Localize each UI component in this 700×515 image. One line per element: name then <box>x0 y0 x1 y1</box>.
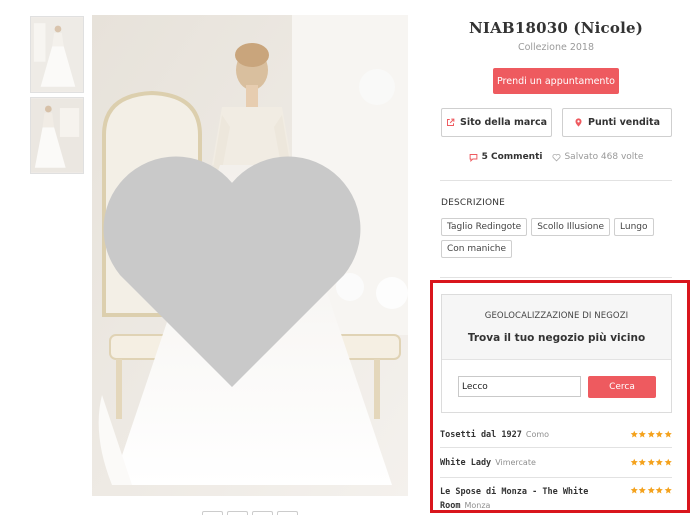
store-row[interactable]: Tosetti dal 1927 Como <box>440 430 672 448</box>
store-city: Monza <box>464 501 491 510</box>
heart-icon[interactable] <box>92 28 390 496</box>
store-city: Vimercate <box>495 458 536 467</box>
gallery-dot[interactable] <box>277 511 298 515</box>
stores-label: Punti vendita <box>587 117 660 128</box>
star-icon <box>630 430 638 438</box>
thumbnail-front[interactable] <box>30 16 84 93</box>
star-icon <box>638 458 646 466</box>
divider <box>440 180 672 181</box>
stores-button[interactable]: Punti vendita <box>562 108 672 137</box>
star-icon <box>664 458 672 466</box>
brand-site-button[interactable]: Sito della marca <box>441 108 552 137</box>
store-name[interactable]: White Lady <box>440 458 491 468</box>
description-tag[interactable]: Taglio Redingote <box>441 218 528 236</box>
description-tag[interactable]: Lungo <box>614 218 654 236</box>
comments-count: 5 Commenti <box>481 152 543 162</box>
store-city: Como <box>525 430 550 439</box>
thumbnail-back[interactable] <box>30 97 84 174</box>
star-icon <box>664 430 672 438</box>
store-rating <box>630 430 673 439</box>
store-rating <box>630 486 673 495</box>
store-locator-header <box>442 295 671 360</box>
gallery-pagination <box>202 511 298 515</box>
comment-icon <box>469 153 477 162</box>
dress-front-thumbnail-image <box>31 17 83 92</box>
brand-site-label: Sito della marca <box>460 117 547 128</box>
star-icon <box>655 430 663 438</box>
star-icon <box>664 486 672 494</box>
gallery-dot[interactable] <box>252 511 273 515</box>
store-name[interactable]: Le Spose di Monza - The White Room <box>440 487 588 511</box>
star-icon <box>655 458 663 466</box>
star-icon <box>647 458 655 466</box>
store-row[interactable]: White Lady Vimercate <box>440 458 672 478</box>
appointment-button[interactable]: Prendi un appuntamento <box>493 68 619 94</box>
store-name[interactable]: Tosetti dal 1927 <box>440 430 522 440</box>
description-tag[interactable]: Con maniche <box>441 240 513 258</box>
map-pin-icon <box>575 118 582 127</box>
store-row[interactable]: Le Spose di Monza - The White Room Monza <box>440 486 672 512</box>
product-meta: 5 Commenti Salvato 468 volte <box>440 152 672 162</box>
star-icon <box>638 486 646 494</box>
gallery-dot[interactable] <box>202 511 223 515</box>
star-icon <box>647 430 655 438</box>
product-title: NIAB18030 (Nicole) <box>468 19 644 37</box>
star-icon <box>655 486 663 494</box>
star-icon <box>630 458 638 466</box>
star-icon <box>647 486 655 494</box>
description-tags: Taglio Redingote Scollo Illusione Lungo Con… <box>441 218 673 258</box>
description-tag[interactable]: Scollo Illusione <box>531 218 611 236</box>
store-locator: GEOLOCALIZZAZIONE DI NEGOZI Trova il tuo… <box>441 294 672 413</box>
description-title: DESCRIZIONE <box>441 198 506 208</box>
store-rating <box>630 458 673 467</box>
external-link-icon <box>447 118 455 126</box>
divider <box>440 277 672 278</box>
heart-outline-icon <box>552 153 561 161</box>
star-icon <box>638 430 646 438</box>
main-dress-image[interactable] <box>92 15 408 496</box>
search-button[interactable]: Cerca <box>588 376 656 398</box>
store-locator-label: GEOLOCALIZZAZIONE DI NEGOZI <box>484 311 629 321</box>
saved-count: Salvato 468 volte <box>564 152 644 162</box>
store-locator-title: Trova il tuo negozio più vicino <box>467 332 646 344</box>
save-link[interactable]: Salvato 468 volte <box>552 152 643 162</box>
comments-link[interactable]: 5 Commenti <box>469 152 543 162</box>
gallery-dot[interactable] <box>227 511 248 515</box>
collection-label: Collezione 2018 <box>517 42 595 53</box>
star-icon <box>630 486 638 494</box>
dress-back-thumbnail-image <box>31 98 83 173</box>
location-input[interactable] <box>458 376 581 397</box>
